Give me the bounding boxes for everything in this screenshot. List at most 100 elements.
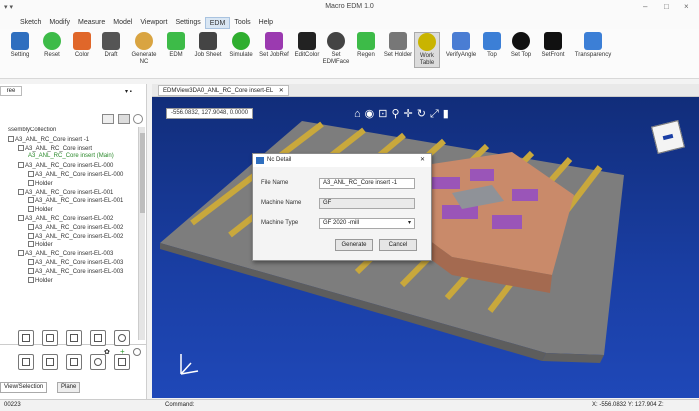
edm-button[interactable]: EDM <box>162 32 190 59</box>
tool-face-icon[interactable] <box>66 354 82 370</box>
tree-checkbox[interactable] <box>18 250 24 257</box>
simulate-button[interactable]: Simulate <box>225 32 257 59</box>
tree-item[interactable]: A3_ANL_RC_Core insert-EL-002 <box>28 232 123 240</box>
lock-icon[interactable]: ▮ <box>443 108 453 120</box>
zoom-icon[interactable]: ⚲ <box>391 108 403 120</box>
tree-item[interactable]: Holder <box>28 241 53 248</box>
tree-checkbox[interactable] <box>28 179 34 186</box>
tree-item[interactable]: A3_ANL_RC_Core insert-EL-002 <box>18 215 113 222</box>
menu-tools[interactable]: Tools <box>230 17 254 29</box>
tree-checkbox[interactable] <box>28 267 34 274</box>
panel-menu-icon[interactable]: ▾ ▪ <box>125 88 132 95</box>
tree-item[interactable]: A3_ANL_RC_Core insert (Main) <box>28 153 114 159</box>
pan-icon[interactable]: ✛ <box>404 108 417 120</box>
menu-sketch[interactable]: Sketch <box>16 17 45 29</box>
tree-checkbox[interactable] <box>28 197 34 204</box>
tree-item[interactable]: Holder <box>28 206 53 213</box>
reset-button[interactable]: Reset <box>38 32 66 59</box>
expand-icon[interactable] <box>133 348 141 356</box>
job-sheet-button[interactable]: Job Sheet <box>193 32 223 59</box>
dialog-close-icon[interactable]: ✕ <box>420 154 425 167</box>
tree-checkbox[interactable] <box>28 232 34 239</box>
menu-edm[interactable]: EDM <box>204 16 231 29</box>
menu-help[interactable]: Help <box>255 17 277 29</box>
tool-cross-icon[interactable] <box>42 330 58 346</box>
tree-checkbox[interactable] <box>28 171 34 177</box>
tree-checkbox[interactable] <box>18 188 24 195</box>
tree-item[interactable]: A3_ANL_RC_Core insert -1 <box>8 135 89 143</box>
set-top-button[interactable]: Set Top <box>508 32 534 59</box>
tree-item[interactable]: A3_ANL_RC_Core insert-EL-000 <box>28 171 123 178</box>
top-button[interactable]: Top <box>479 32 505 59</box>
tree-checkbox[interactable] <box>28 276 34 283</box>
tool-x-icon[interactable] <box>66 330 82 346</box>
tree-checkbox[interactable] <box>28 206 34 213</box>
tool-grid-icon[interactable] <box>42 354 58 370</box>
tool-triangle-icon[interactable] <box>18 354 34 370</box>
menu-viewport[interactable]: Viewport <box>136 17 171 29</box>
tab-view-selection[interactable]: View/Selection <box>0 382 48 393</box>
file-name-field[interactable]: A3_ANL_RC_Core insert -1 <box>319 178 415 189</box>
tree-item[interactable]: A3_ANL_RC_Core insert-EL-002 <box>28 223 123 231</box>
work-table-button[interactable]: Work Table <box>414 32 440 68</box>
set-holder-button[interactable]: Set Holder <box>383 32 413 59</box>
set-edmface-button[interactable]: Set EDMFace <box>322 32 350 66</box>
menu-modify[interactable]: Modify <box>45 17 74 29</box>
tool-circle-icon[interactable] <box>114 330 130 346</box>
set-jobref-button[interactable]: Set JobRef <box>258 32 290 59</box>
tree-item[interactable]: A3_ANL_RC_Core insert-EL-003 <box>28 267 123 275</box>
zoom-window-icon[interactable]: ⊡ <box>378 108 391 120</box>
setfront-button[interactable]: SetFront <box>538 32 568 59</box>
grid-view-icon[interactable] <box>118 114 130 124</box>
tool-box-icon[interactable] <box>90 330 106 346</box>
tree-item[interactable]: A3_ANL_RC_Core insert-EL-003 <box>18 250 113 257</box>
minimize-button[interactable]: – <box>643 2 647 11</box>
generate-button[interactable]: Generate <box>335 239 373 251</box>
tree-item[interactable]: ssemblyCollection <box>8 127 56 133</box>
tree-checkbox[interactable] <box>28 259 34 265</box>
tree-item[interactable]: A3_ANL_RC_Core insert-EL-001 <box>28 197 123 204</box>
setting-button[interactable]: Setting <box>6 32 34 59</box>
tree-checkbox[interactable] <box>28 241 34 248</box>
machine-name-field[interactable]: GF <box>319 198 415 209</box>
tree-checkbox[interactable] <box>8 135 14 142</box>
tree-checkbox[interactable] <box>28 223 34 230</box>
menu-model[interactable]: Model <box>109 17 136 29</box>
transparency-button[interactable]: Transparency <box>570 32 616 59</box>
tree-item[interactable]: A3_ANL_RC_Core insert <box>18 144 92 152</box>
tool-edge-icon[interactable] <box>18 330 34 346</box>
maximize-button[interactable]: □ <box>664 2 669 11</box>
fullscreen-icon[interactable]: ⤢ <box>430 108 443 120</box>
color-button[interactable]: Color <box>69 32 95 59</box>
home-icon[interactable]: ⌂ <box>354 108 365 120</box>
editcolor-button[interactable]: EditColor <box>292 32 322 59</box>
tool-ring-icon[interactable] <box>90 354 106 370</box>
tree-checkbox[interactable] <box>18 162 24 169</box>
machine-type-select[interactable]: GF 2020 -mill ▾ <box>319 218 415 229</box>
tree-item[interactable]: A3_ANL_RC_Core insert-EL-001 <box>18 188 113 196</box>
tree-item[interactable]: Holder <box>28 276 53 284</box>
menu-measure[interactable]: Measure <box>74 17 109 29</box>
fit-view-icon[interactable]: ◉ <box>365 108 379 120</box>
check-all-icon[interactable] <box>102 114 114 124</box>
tree-scrollbar[interactable] <box>138 127 145 340</box>
close-button[interactable]: × <box>684 2 689 11</box>
tab-edm-view[interactable]: EDMView3DA0_ANL_RC_Core insert-EL ✕ <box>158 85 289 96</box>
tree-tab[interactable]: ree <box>0 86 22 96</box>
tool-plus-icon[interactable] <box>114 354 130 370</box>
tree-checkbox[interactable] <box>18 215 24 221</box>
draft-button[interactable]: Draft <box>98 32 124 59</box>
menu-settings[interactable]: Settings <box>171 17 204 29</box>
close-tab-icon[interactable]: ✕ <box>279 88 284 94</box>
tree-item[interactable]: A3_ANL_RC_Core insert-EL-003 <box>28 259 123 266</box>
generate-nc-button[interactable]: Generate NC <box>128 32 160 66</box>
collapse-icon[interactable] <box>133 114 143 124</box>
cancel-button[interactable]: Cancel <box>379 239 417 251</box>
tab-plane[interactable]: Plane <box>57 382 81 393</box>
tree-item[interactable]: A3_ANL_RC_Core insert-EL-000 <box>18 162 113 169</box>
tree-checkbox[interactable] <box>18 144 24 151</box>
regen-button[interactable]: Regen <box>351 32 381 59</box>
verifyangle-button[interactable]: VerifyAngle <box>444 32 478 59</box>
tree-item[interactable]: Holder <box>28 179 53 187</box>
rotate-icon[interactable]: ↻ <box>417 108 430 120</box>
